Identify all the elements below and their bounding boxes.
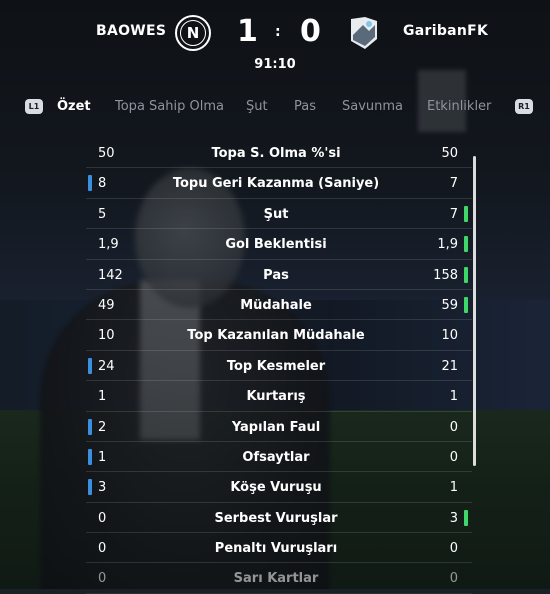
stat-row: 10 Top Kazanılan Müdahale 10: [86, 320, 472, 351]
tab-ozet[interactable]: Özet: [57, 99, 91, 114]
home-stat-value: 24: [98, 358, 115, 374]
home-lead-indicator: [88, 175, 92, 192]
stat-label: Ofsaytlar: [242, 449, 310, 465]
stat-row: 142 Pas 158: [86, 260, 472, 290]
home-stat-value: 0: [98, 510, 107, 526]
away-stat-value: 10: [441, 328, 458, 344]
stat-row: 0 Sarı Kartlar 0: [86, 563, 472, 594]
stat-row: 24 Top Kesmeler 21: [86, 351, 472, 382]
stats-tab-bar: L1 Özet Topa Sahip Olma Şut Pas Savunma …: [0, 97, 550, 119]
away-stat-value: 7: [449, 176, 458, 192]
home-stat-value: 1: [98, 449, 107, 465]
home-score: 1: [237, 14, 258, 49]
away-lead-indicator: [464, 266, 468, 283]
away-stat-value: 7: [449, 206, 458, 222]
tab-etkinlikler[interactable]: Etkinlikler: [427, 99, 491, 114]
stat-label: Serbest Vuruşlar: [214, 510, 338, 526]
stat-row: 1 Kurtarış 1: [86, 381, 472, 412]
home-stat-value: 0: [98, 541, 107, 557]
stat-label: Penaltı Vuruşları: [214, 541, 338, 557]
stat-label: Pas: [263, 267, 289, 283]
away-lead-indicator: [464, 205, 468, 222]
home-lead-indicator: [88, 357, 92, 374]
home-lead-indicator: [88, 479, 92, 496]
away-lead-indicator: [464, 236, 468, 253]
away-lead-indicator: [464, 509, 468, 526]
away-stat-value: 158: [433, 267, 458, 283]
stat-label: Şut: [263, 206, 289, 222]
home-lead-indicator: [88, 448, 92, 465]
home-stat-value: 50: [98, 146, 115, 161]
stat-row: 0 Serbest Vuruşlar 3: [86, 503, 472, 534]
away-stat-value: 0: [449, 571, 458, 587]
home-stat-value: 5: [98, 206, 107, 222]
stat-label: Top Kazanılan Müdahale: [187, 328, 365, 344]
home-stat-value: 3: [98, 480, 107, 496]
stat-label: Yapılan Faul: [231, 419, 321, 435]
stat-label: Topu Geri Kazanma (Saniye): [172, 176, 380, 192]
home-stat-value: 10: [98, 328, 115, 344]
stat-row: 3 Köşe Vuruşu 1: [86, 472, 472, 503]
home-stat-value: 1,9: [98, 237, 119, 253]
stat-row: 1,9 Gol Beklentisi 1,9: [86, 229, 472, 260]
stat-label: Köşe Vuruşu: [230, 480, 322, 496]
stat-row: 2 Yapılan Faul 0: [86, 412, 472, 442]
tab-savunma[interactable]: Savunma: [342, 99, 403, 114]
away-stat-value: 1,9: [437, 237, 458, 253]
home-stat-value: 2: [98, 419, 107, 435]
stat-row: 8 Topu Geri Kazanma (Saniye) 7: [86, 168, 472, 199]
away-stat-value: 21: [441, 358, 458, 374]
home-team-crest-icon: N: [175, 15, 211, 51]
stat-row: 5 Şut 7: [86, 199, 472, 230]
away-stat-value: 0: [449, 449, 458, 465]
stats-scrollbar[interactable]: [473, 156, 476, 466]
tab-pas[interactable]: Pas: [294, 99, 316, 114]
away-stat-value: 50: [441, 146, 458, 161]
stat-label: Topa S. Olma %'si: [211, 146, 341, 161]
r1-button-icon[interactable]: R1: [515, 99, 533, 114]
match-clock: 91:10: [254, 57, 296, 72]
home-stat-value: 142: [98, 267, 123, 283]
home-team-name: BAOWES: [96, 23, 167, 39]
stat-row: 50 Topa S. Olma %'si 50: [86, 138, 472, 169]
home-stat-value: 1: [98, 389, 107, 405]
stat-label: Gol Beklentisi: [225, 237, 327, 253]
away-stat-value: 0: [449, 419, 458, 435]
home-crest-letter: N: [180, 20, 206, 46]
score-separator: :: [275, 24, 281, 40]
away-stat-value: 1: [449, 389, 458, 405]
away-score: 0: [300, 14, 321, 49]
away-team-name: GaribanFK: [403, 23, 489, 39]
away-stat-value: 0: [449, 541, 458, 557]
away-team-crest-icon: [347, 15, 383, 51]
stat-row: 0 Penaltı Vuruşları 0: [86, 533, 472, 564]
stat-label: Müdahale: [240, 297, 312, 313]
stats-table: 50 Topa S. Olma %'si 50 8 Topu Geri Kazanma …: [86, 138, 472, 594]
away-stat-value: 1: [449, 480, 458, 496]
home-stat-value: 8: [98, 176, 107, 192]
tab-sut[interactable]: Şut: [246, 99, 268, 114]
home-stat-value: 49: [98, 297, 115, 313]
stat-label: Sarı Kartlar: [233, 571, 319, 587]
stat-row: 1 Ofsaytlar 0: [86, 442, 472, 473]
away-stat-value: 59: [441, 297, 458, 313]
home-lead-indicator: [88, 418, 92, 435]
l1-button-icon[interactable]: L1: [25, 99, 43, 114]
scoreboard: BAOWES N 1 : 0 GaribanFK 91:10: [0, 0, 550, 80]
stat-label: Kurtarış: [246, 389, 306, 405]
stat-row: 49 Müdahale 59: [86, 290, 472, 321]
tab-topa-sahip-olma[interactable]: Topa Sahip Olma: [115, 99, 224, 114]
away-stat-value: 3: [449, 510, 458, 526]
stat-label: Top Kesmeler: [226, 358, 326, 374]
away-lead-indicator: [464, 296, 468, 313]
home-stat-value: 0: [98, 571, 107, 587]
